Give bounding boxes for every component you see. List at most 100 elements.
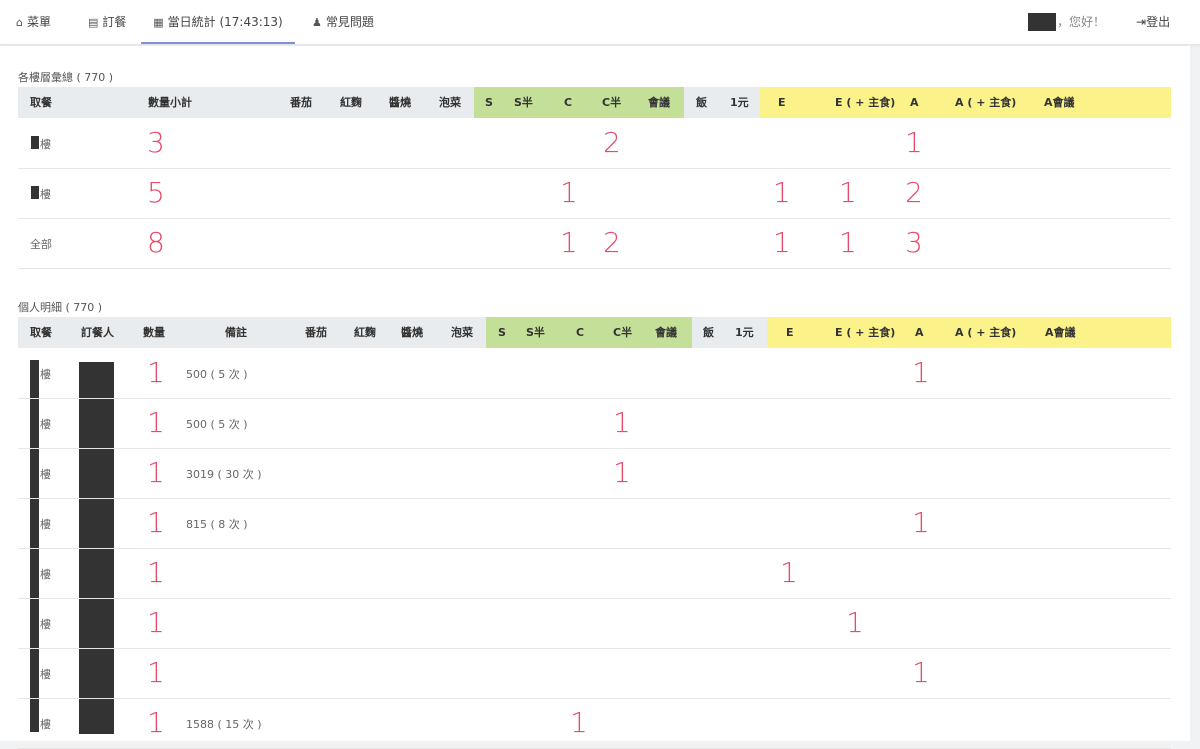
quantity-subtotal: 5 — [147, 176, 165, 209]
order-quantity: 1 — [147, 356, 165, 389]
count-a: 1 — [912, 356, 930, 389]
user-question-icon: ♟ — [312, 16, 322, 29]
order-note: 3019 ( 30 次 ) — [186, 468, 262, 481]
detail-row: 樓 1 1 — [18, 649, 1171, 699]
quantity-subtotal: 8 — [147, 226, 165, 259]
count-a: 3 — [905, 226, 923, 259]
col-header-數量: 數量 — [143, 326, 165, 339]
detail-table-header: 取餐 訂餐人 數量 備註 番茄 紅麴 醬燒 泡菜 S S半 C C半 會議 飯 1元 E E ( + 主食) A A… — [18, 317, 1171, 348]
count-c: 1 — [570, 706, 588, 739]
detail-row: 樓 1 500 ( 5 次 ) 1 — [18, 399, 1171, 449]
top-nav: ⌂ 菜單 ▤ 訂餐 ▦ 當日統計 (17:43:13) ♟ 常見問題 ，您好！ ⇥登出 — [0, 0, 1200, 45]
logout-button[interactable]: ⇥登出 — [1136, 0, 1170, 44]
col-header-醬燒: 醬燒 — [401, 326, 423, 339]
tab-label: 當日統計 (17:43:13) — [167, 15, 283, 29]
summary-row: 樓 5 1 1 1 2 — [18, 169, 1171, 219]
detail-row: 樓 1 3019 ( 30 次 ) 1 — [18, 449, 1171, 499]
pickup-label: 樓 — [40, 368, 51, 381]
count-c半: 1 — [613, 456, 631, 489]
summary-row: 全部 8 1 2 1 1 3 — [18, 219, 1171, 269]
stats-icon: ▦ — [153, 16, 164, 29]
count-c: 1 — [560, 226, 578, 259]
calendar-icon: ▤ — [88, 16, 99, 29]
order-quantity: 1 — [147, 406, 165, 439]
pickup-label: 樓 — [40, 518, 51, 531]
pickup-label: 樓 — [40, 418, 51, 431]
col-header-a: A — [915, 326, 924, 339]
order-quantity: 1 — [147, 706, 165, 739]
col-header-e: E — [786, 326, 794, 339]
col-header-訂餐人: 訂餐人 — [81, 326, 114, 339]
col-header-取餐: 取餐 — [30, 96, 52, 109]
count-e主食: 1 — [839, 176, 857, 209]
order-quantity: 1 — [147, 506, 165, 539]
col-header-a主食: A ( + 主食) — [955, 96, 1017, 109]
col-header-s: S — [485, 96, 493, 109]
col-header-番茄: 番茄 — [290, 96, 312, 109]
count-e主食: 1 — [839, 226, 857, 259]
tab-daily-stats[interactable]: ▦ 當日統計 (17:43:13) — [141, 0, 295, 44]
quantity-subtotal: 3 — [147, 126, 165, 159]
count-e: 1 — [773, 226, 791, 259]
tab-label: 訂餐 — [102, 15, 127, 29]
col-header-e主食: E ( + 主食) — [835, 96, 896, 109]
redacted-floor — [31, 136, 39, 149]
detail-row: 樓 1 500 ( 5 次 ) 1 — [18, 349, 1171, 399]
col-header-a主食: A ( + 主食) — [955, 326, 1017, 339]
tab-label: 常見問題 — [325, 15, 374, 29]
col-header-c: C — [564, 96, 573, 109]
detail-row: 樓 1 1 — [18, 549, 1171, 599]
detail-row: 樓 1 1588 ( 15 次 ) 1 — [18, 699, 1171, 749]
tab-faq[interactable]: ♟ 常見問題 — [312, 0, 374, 44]
pickup-label: 樓 — [40, 188, 51, 201]
order-quantity: 1 — [147, 456, 165, 489]
col-header-紅麴: 紅麴 — [340, 96, 362, 109]
col-header-泡菜: 泡菜 — [451, 326, 473, 339]
home-icon: ⌂ — [16, 16, 23, 29]
redacted-username — [1028, 13, 1056, 31]
tab-order[interactable]: ▤ 訂餐 — [88, 0, 126, 44]
col-header-紅麴: 紅麴 — [354, 326, 376, 339]
order-note: 500 ( 5 次 ) — [186, 368, 248, 381]
count-a: 2 — [905, 176, 923, 209]
redacted-floor — [31, 186, 39, 199]
detail-title: 個人明細 ( 770 ) — [18, 301, 103, 314]
col-header-飯: 飯 — [703, 326, 714, 339]
count-a: 1 — [912, 506, 930, 539]
order-note: 500 ( 5 次 ) — [186, 418, 248, 431]
col-header-a: A — [910, 96, 919, 109]
pickup-label: 樓 — [40, 718, 51, 731]
col-header-s半: S半 — [526, 326, 545, 339]
summary-title: 各樓層彙總 ( 770 ) — [18, 71, 114, 84]
pickup-label: 樓 — [40, 138, 51, 151]
count-e: 1 — [773, 176, 791, 209]
col-header-a會議: A會議 — [1045, 326, 1076, 339]
order-note: 815 ( 8 次 ) — [186, 518, 248, 531]
pickup-label: 樓 — [40, 468, 51, 481]
col-header-c半: C半 — [602, 96, 622, 109]
col-header-1元: 1元 — [730, 96, 749, 109]
col-header-取餐: 取餐 — [30, 326, 52, 339]
col-header-c: C — [576, 326, 585, 339]
logout-label: 登出 — [1146, 15, 1171, 29]
pickup-label: 樓 — [40, 668, 51, 681]
pickup-label: 樓 — [40, 568, 51, 581]
logout-icon: ⇥ — [1136, 15, 1147, 29]
greeting-text: ，您好！ — [1057, 15, 1106, 29]
order-quantity: 1 — [147, 656, 165, 689]
col-header-e: E — [778, 96, 786, 109]
col-header-c半: C半 — [613, 326, 633, 339]
col-header-備註: 備註 — [225, 326, 247, 339]
col-header-會議: 會議 — [655, 326, 677, 339]
pickup-label: 樓 — [40, 618, 51, 631]
pickup-label: 全部 — [30, 238, 52, 251]
col-header-會議: 會議 — [648, 96, 670, 109]
count-c半: 2 — [603, 126, 621, 159]
count-c半: 2 — [603, 226, 621, 259]
tab-menu[interactable]: ⌂ 菜單 — [16, 0, 51, 44]
col-header-數量小計: 數量小計 — [148, 96, 192, 109]
count-e主食: 1 — [846, 606, 864, 639]
summary-table-header: 取餐 數量小計 番茄 紅麴 醬燒 泡菜 S S半 C C半 會議 飯 1元 E E ( + 主食) A A ( … — [18, 87, 1171, 118]
col-header-飯: 飯 — [696, 96, 707, 109]
count-e: 1 — [780, 556, 798, 589]
